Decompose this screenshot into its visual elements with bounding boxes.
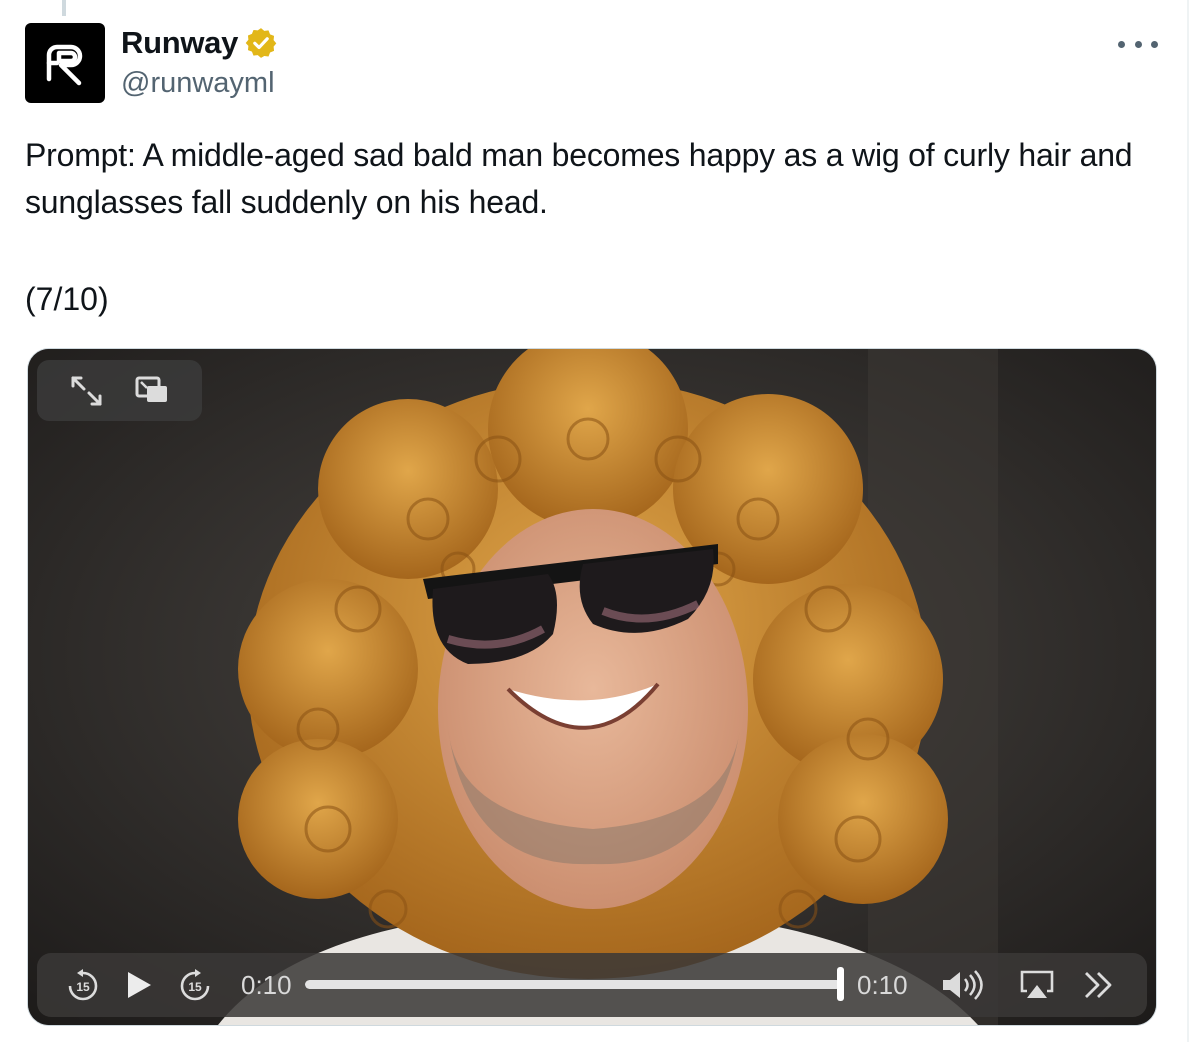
airplay-icon [1020, 970, 1054, 998]
thread-connector-line [62, 0, 66, 16]
author-name-row: Runway [121, 24, 278, 62]
svg-text:15: 15 [76, 980, 90, 994]
progress-fill [305, 980, 841, 989]
progress-track[interactable] [305, 980, 841, 989]
more-options-button[interactable] [1118, 34, 1158, 54]
tweet-text: Prompt: A middle-aged sad bald man becom… [25, 137, 1133, 220]
airplay-button[interactable] [1019, 969, 1055, 1006]
expand-button[interactable] [67, 372, 107, 410]
progress-scrubber[interactable] [837, 967, 844, 1001]
video-control-bar: 15 15 0:10 0:10 [37, 953, 1147, 1017]
picture-in-picture-button[interactable] [133, 372, 173, 410]
fast-forward-icon [1085, 972, 1112, 998]
author-display-name[interactable]: Runway [121, 24, 238, 62]
volume-icon [943, 970, 983, 1000]
author-handle[interactable]: @runwayml [121, 64, 275, 102]
timeline-border [1187, 0, 1189, 1042]
skip-back-button[interactable]: 15 [65, 968, 101, 1009]
svg-text:15: 15 [188, 980, 202, 994]
picture-in-picture-icon [135, 376, 167, 402]
more-horizontal-icon [1118, 40, 1125, 48]
fast-forward-button[interactable] [1083, 970, 1115, 1005]
skip-forward-15-icon: 15 [180, 969, 210, 1001]
video-player[interactable]: 15 15 0:10 0:10 [27, 348, 1157, 1026]
play-icon [128, 972, 151, 998]
volume-button[interactable] [941, 970, 987, 1005]
skip-forward-button[interactable]: 15 [177, 968, 213, 1009]
author-avatar[interactable] [25, 23, 105, 103]
runway-logo-icon [46, 44, 83, 86]
tweet-thread-counter: (7/10) [25, 281, 109, 317]
expand-icon [71, 376, 102, 406]
skip-back-15-icon: 15 [68, 969, 98, 1001]
video-top-controls [37, 360, 202, 421]
play-button[interactable] [125, 970, 153, 1005]
verified-badge-icon[interactable] [244, 26, 278, 60]
total-time: 0:10 [857, 970, 908, 1000]
video-frame-image [28, 349, 1156, 1025]
current-time: 0:10 [241, 970, 292, 1000]
